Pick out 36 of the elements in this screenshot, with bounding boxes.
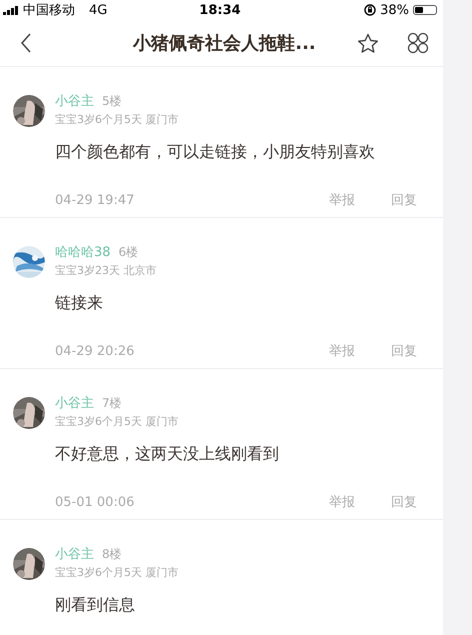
battery-icon [412, 5, 437, 15]
action-link[interactable]: 举报 [329, 342, 355, 360]
author-name[interactable]: 哈哈哈38 [55, 243, 111, 261]
post-time: 05-01 00:06 [55, 494, 134, 510]
star-icon[interactable] [356, 32, 379, 54]
floor-number: 7楼 [102, 395, 122, 412]
action-link[interactable]: 举报 [329, 191, 355, 209]
carrier-name: 中国移动 [23, 2, 75, 19]
back-icon[interactable] [20, 33, 32, 53]
post-time: 04-29 19:47 [55, 192, 134, 208]
signal-icon [3, 6, 19, 14]
comment-text: 链接来 [55, 293, 104, 314]
comment-text: 四个颜色都有，可以走链接，小朋友特别喜欢 [55, 142, 376, 163]
grid-menu-icon[interactable] [406, 32, 429, 54]
floor-number: 5楼 [102, 93, 122, 110]
action-link[interactable]: 回复 [391, 493, 417, 511]
action-link[interactable]: 回复 [391, 342, 417, 360]
floor-number: 6楼 [118, 244, 138, 261]
author-name[interactable]: 小谷主 [55, 545, 94, 563]
comment-text: 不好意思，这两天没上线刚看到 [55, 444, 280, 465]
comment-text: 刚看到信息 [55, 595, 136, 616]
author-name[interactable]: 小谷主 [55, 92, 94, 110]
author-meta: 宝宝3岁6个月5天 厦门市 [55, 565, 178, 580]
author-name[interactable]: 小谷主 [55, 394, 94, 412]
rotation-lock-icon [364, 4, 376, 16]
author-meta: 宝宝3岁23天 北京市 [55, 263, 156, 278]
post-time: 04-29 20:26 [55, 344, 134, 358]
author-meta: 宝宝3岁6个月5天 厦门市 [55, 414, 178, 429]
network-type: 4G [89, 2, 108, 18]
page-title: 小猪佩奇社会人拖鞋... [133, 32, 316, 55]
floor-number: 8楼 [102, 546, 122, 563]
action-link[interactable]: 举报 [329, 493, 355, 511]
author-meta: 宝宝3岁6个月5天 厦门市 [55, 112, 178, 127]
battery-percent: 38% [380, 2, 409, 18]
status-time: 18:34 [199, 2, 241, 18]
action-link[interactable]: 回复 [391, 191, 417, 209]
